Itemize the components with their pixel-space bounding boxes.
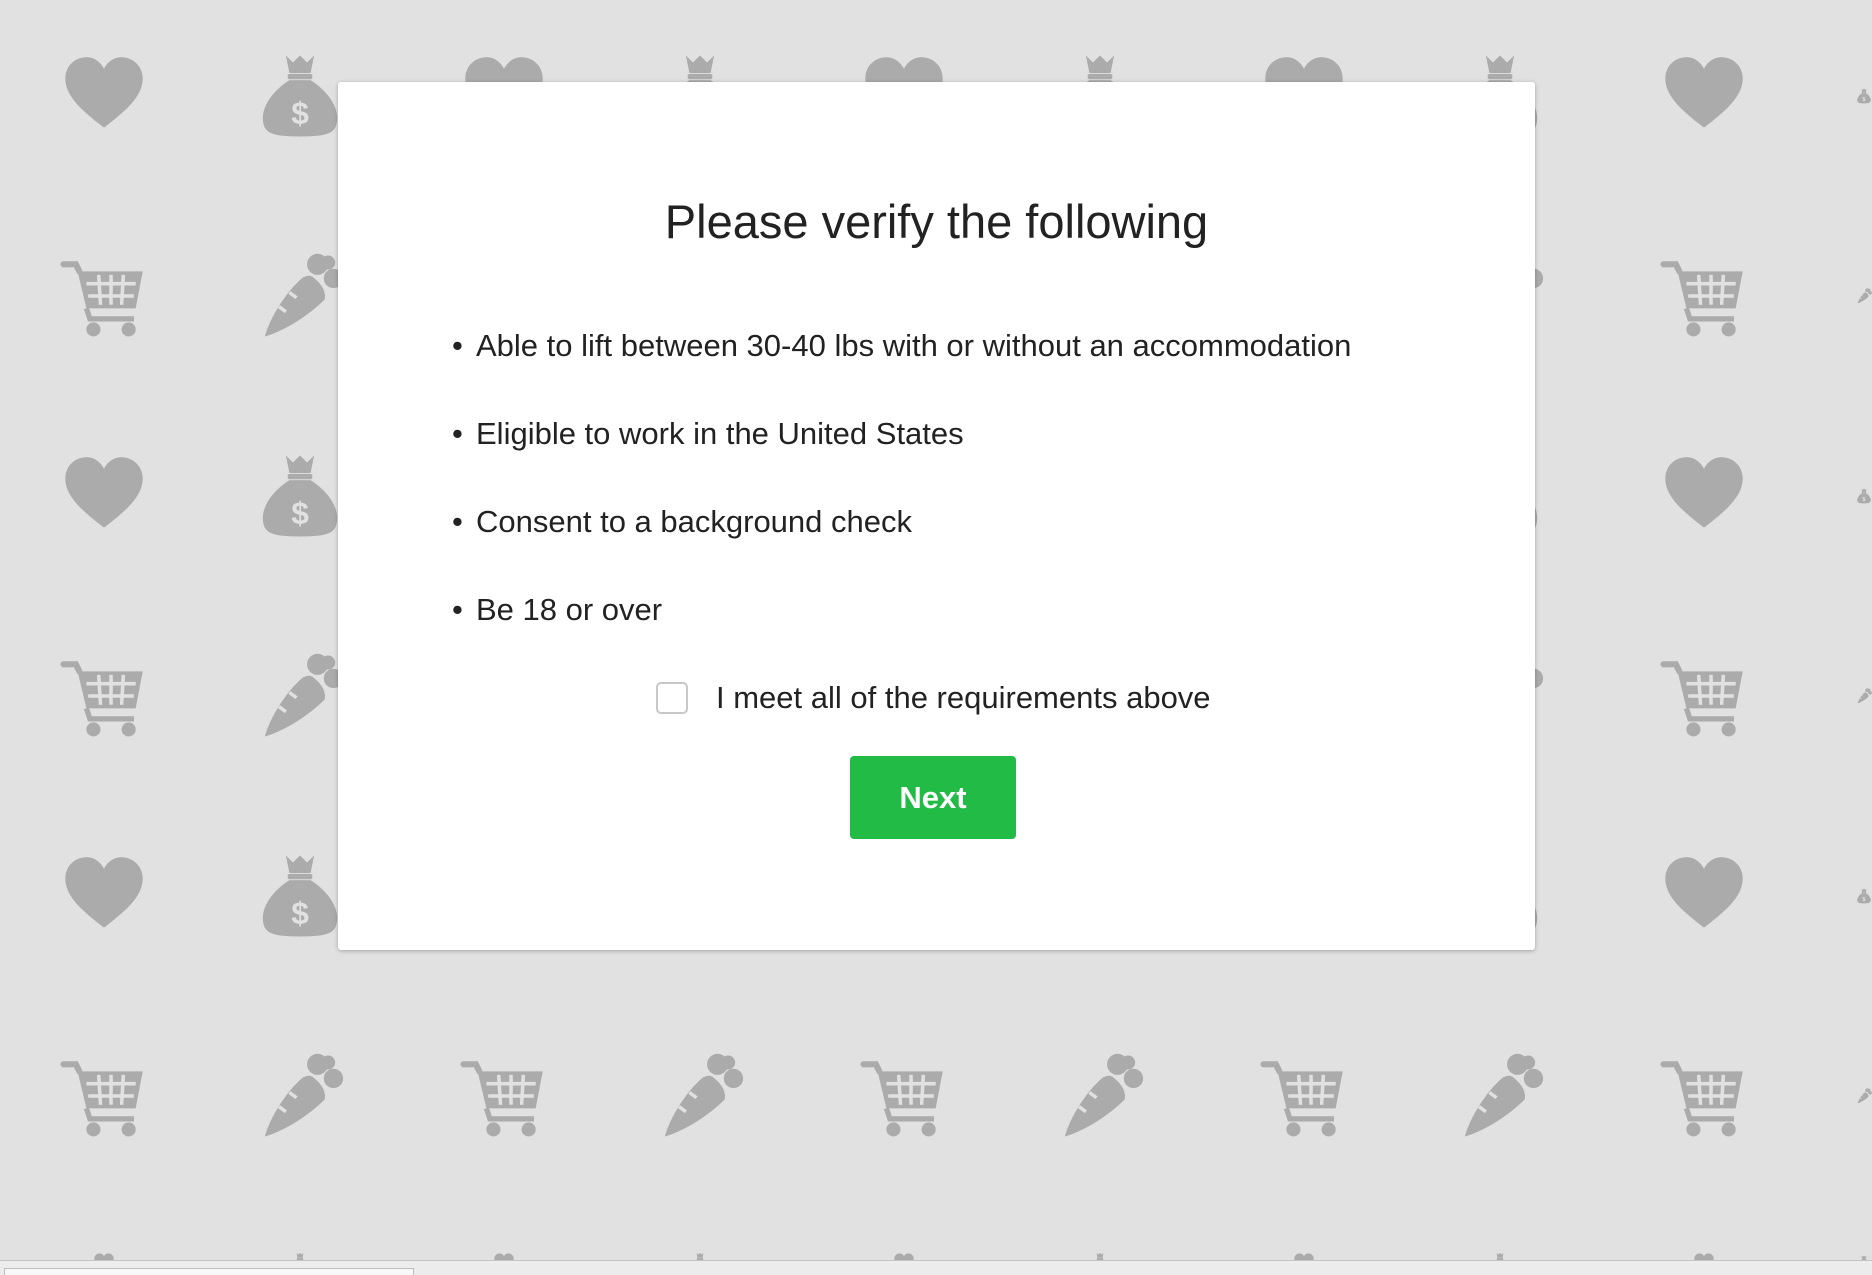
requirement-text: Be 18 or over [476, 592, 663, 627]
carrot-icon [1857, 288, 1872, 304]
confirm-requirements-row[interactable]: I meet all of the requirements above [656, 678, 1211, 718]
shopping-cart-icon [60, 261, 143, 337]
requirement-text: Able to lift between 30-40 lbs with or w… [476, 328, 1352, 363]
verification-dialog: Please verify the following • Able to lif… [338, 82, 1535, 950]
carrot-icon [264, 1053, 344, 1137]
shopping-cart-icon [460, 1061, 543, 1137]
carrot-icon [1857, 1088, 1872, 1104]
carrot-icon [664, 1053, 744, 1137]
confirm-checkbox[interactable] [656, 682, 688, 714]
next-button[interactable]: Next [850, 756, 1016, 839]
shopping-cart-icon [1660, 261, 1743, 337]
money-bag-icon: $ [1857, 488, 1871, 504]
shopping-cart-icon [1260, 1061, 1343, 1137]
requirement-text: Consent to a background check [476, 504, 912, 539]
requirement-item: • Consent to a background check [452, 502, 912, 542]
money-bag-icon: $ [1857, 88, 1871, 104]
requirement-text: Eligible to work in the United States [476, 416, 964, 451]
dialog-title: Please verify the following [664, 195, 1209, 248]
carrot-icon [264, 253, 344, 337]
heart-icon [1665, 457, 1743, 528]
heart-icon [65, 457, 143, 528]
heart-icon [1665, 57, 1743, 128]
bullet-icon: • [452, 504, 463, 539]
shopping-cart-icon [60, 661, 143, 737]
money-bag-icon: $ [262, 55, 338, 137]
bullet-icon: • [452, 328, 463, 363]
confirm-label[interactable]: I meet all of the requirements above [716, 680, 1211, 716]
svg-text:$: $ [291, 495, 309, 531]
svg-text:$: $ [291, 895, 309, 931]
carrot-icon [264, 653, 344, 737]
money-bag-icon: $ [1857, 888, 1871, 904]
carrot-icon [1464, 1053, 1544, 1137]
bullet-icon: • [452, 592, 463, 627]
shopping-cart-icon [1660, 661, 1743, 737]
svg-text:$: $ [291, 95, 309, 131]
carrot-icon [1857, 688, 1872, 704]
bullet-icon: • [452, 416, 463, 451]
shopping-cart-icon [60, 1061, 143, 1137]
money-bag-icon: $ [262, 455, 338, 537]
requirement-item: • Be 18 or over [452, 590, 662, 630]
verification-page: { "dialog": { "title": "Please verify th… [0, 0, 1872, 1275]
carrot-icon [1064, 1053, 1144, 1137]
requirement-item: • Able to lift between 30-40 lbs with or … [452, 326, 1351, 366]
money-bag-icon: $ [262, 855, 338, 937]
requirement-item: • Eligible to work in the United States [452, 414, 964, 454]
shopping-cart-icon [1660, 1061, 1743, 1137]
shopping-cart-icon [860, 1061, 943, 1137]
heart-icon [65, 857, 143, 928]
heart-icon [1665, 857, 1743, 928]
heart-icon [65, 57, 143, 128]
